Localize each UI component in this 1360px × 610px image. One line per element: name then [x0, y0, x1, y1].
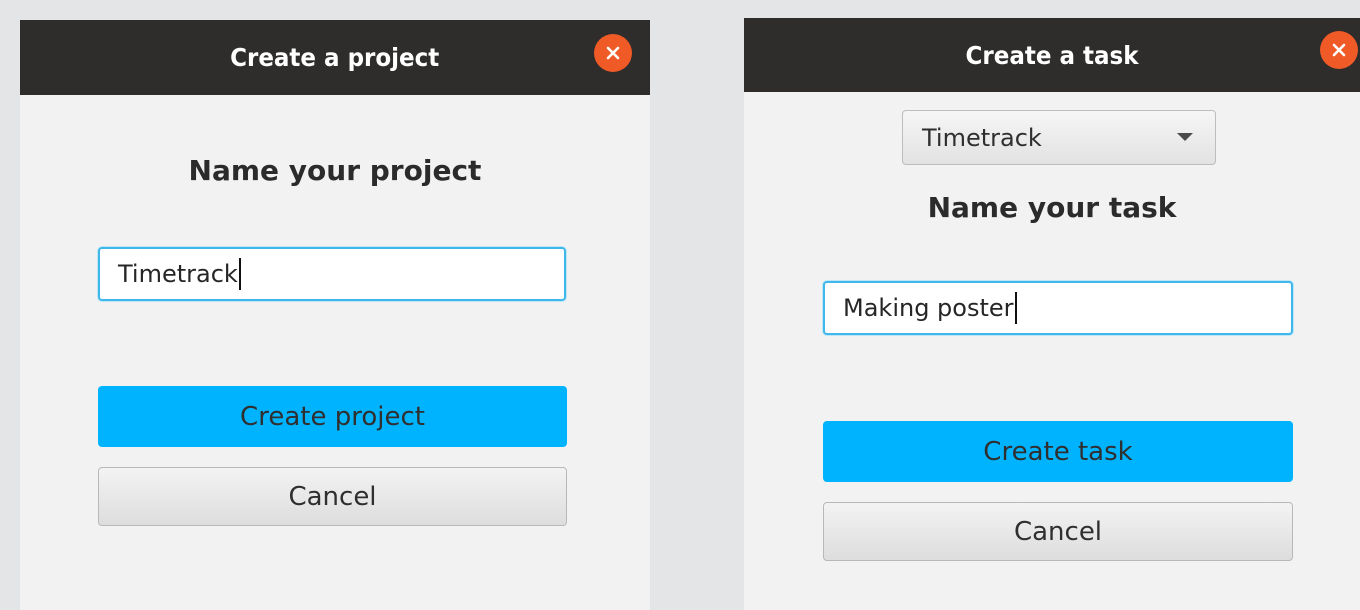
project-select[interactable]: Timetrack — [902, 110, 1216, 165]
close-button[interactable] — [1320, 31, 1358, 69]
create-project-button[interactable]: Create project — [98, 386, 567, 447]
dialog-heading: Name your task — [927, 191, 1177, 224]
close-button[interactable] — [594, 34, 632, 72]
text-caret — [1014, 292, 1017, 324]
create-project-dialog: Create a project Name your project Timet… — [20, 20, 650, 610]
close-icon — [606, 46, 620, 60]
cancel-button[interactable]: Cancel — [98, 467, 567, 526]
window-title: Create a project — [230, 43, 440, 72]
text-caret — [238, 258, 241, 290]
window-title: Create a task — [965, 40, 1139, 70]
create-task-dialog: Create a task Timetrack Name your task M… — [744, 18, 1360, 610]
project-select-value: Timetrack — [922, 123, 1042, 152]
titlebar: Create a project — [20, 20, 650, 95]
task-name-input[interactable]: Making poster — [823, 281, 1293, 335]
project-name-input[interactable]: Timetrack — [98, 247, 566, 301]
close-icon — [1332, 43, 1346, 57]
input-value: Timetrack — [118, 260, 238, 288]
titlebar: Create a task — [744, 18, 1360, 92]
create-task-button[interactable]: Create task — [823, 421, 1293, 482]
cancel-button[interactable]: Cancel — [823, 502, 1293, 561]
input-value: Making poster — [843, 294, 1014, 322]
dialog-heading: Name your project — [188, 154, 482, 187]
chevron-down-icon — [1177, 133, 1193, 141]
